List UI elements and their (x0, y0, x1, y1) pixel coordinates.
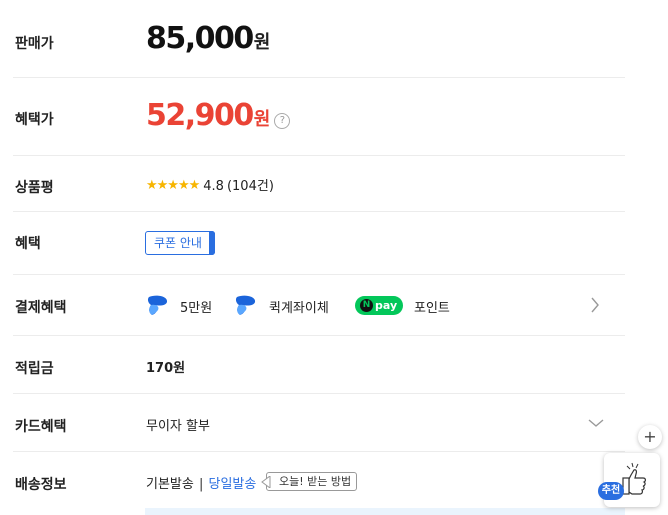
price-label: 판매가 (15, 36, 54, 52)
divider (13, 393, 625, 394)
price-unit: 원 (253, 32, 271, 53)
today-delivery-tag[interactable]: 오늘! 받는 방법 (261, 472, 358, 491)
benefit-label: 혜택 (15, 236, 41, 252)
review-value[interactable]: ★★★★★ 4.8 (104건) (146, 175, 274, 194)
divider (13, 77, 625, 78)
review-count: (104건) (226, 179, 274, 194)
price-amount: 85,000 (146, 21, 254, 56)
npay-icon: Npay (355, 296, 403, 315)
payment-item-points: 포인트 (414, 301, 450, 316)
shipping-separator: | (198, 477, 204, 492)
chevron-right-icon[interactable] (590, 297, 600, 313)
today-delivery-label: 오늘! 받는 방법 (279, 475, 352, 488)
benefit-price-label: 혜택가 (15, 112, 54, 128)
points-value: 170원 (146, 361, 186, 376)
rating-stars-icon: ★★★★★ (146, 178, 200, 193)
help-icon[interactable]: ? (274, 113, 291, 129)
shipping-value: 기본발송 | 당일발송 (146, 473, 256, 492)
card-benefit-value: 무이자 할부 (146, 419, 210, 434)
coupon-info-button[interactable]: 쿠폰 안내 (145, 231, 215, 255)
price-value: 85,000원 (146, 21, 270, 56)
shipping-label: 배송정보 (15, 477, 67, 493)
rating-score: 4.8 (203, 179, 224, 194)
divider (13, 211, 625, 212)
benefit-price-amount: 52,900 (146, 98, 254, 133)
benefit-price-value: 52,900원? (146, 98, 291, 133)
benefit-price-unit: 원 (253, 109, 271, 130)
shipping-same-day-link[interactable]: 당일발송 (209, 477, 257, 492)
shipping-standard: 기본발송 (146, 477, 194, 492)
coupon-button-accent (209, 231, 215, 255)
plus-button[interactable]: + (638, 425, 662, 449)
points-label: 적립금 (15, 361, 54, 377)
payment-item-quick-transfer: 퀵계좌이체 (269, 301, 329, 316)
coupon-button-label: 쿠폰 안내 (154, 236, 202, 250)
delivery-info-box (145, 508, 625, 515)
divider (13, 335, 625, 336)
card-benefit-label: 카드혜택 (15, 419, 67, 435)
payment-benefit-label: 결제혜택 (15, 300, 67, 316)
chevron-down-icon[interactable] (588, 418, 604, 428)
divider (13, 155, 625, 156)
review-label: 상품평 (15, 180, 54, 196)
npay-label: pay (375, 299, 398, 312)
toss-icon (147, 295, 168, 315)
tag-arrow-icon (261, 476, 271, 488)
divider (13, 274, 625, 275)
toss-icon (235, 295, 256, 315)
recommend-badge: 추천 (598, 482, 624, 500)
payment-item-amount: 5만원 (180, 301, 213, 316)
divider (13, 451, 625, 452)
